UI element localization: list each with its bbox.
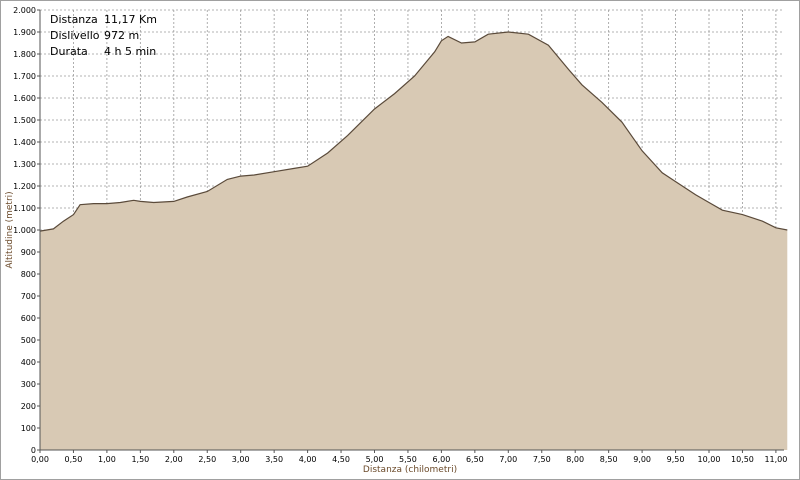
x-tick-label: 0,50: [65, 455, 83, 464]
y-tick-label: 800: [21, 270, 36, 279]
y-axis-title: Altitudine (metri): [5, 191, 15, 268]
x-tick-label: 9,00: [633, 455, 651, 464]
x-tick-label: 1,50: [131, 455, 149, 464]
y-tick-label: 1.900: [13, 28, 36, 37]
x-tick-label: 8,50: [600, 455, 618, 464]
x-tick-label: 9,50: [667, 455, 685, 464]
y-tick-label: 0: [31, 446, 36, 455]
x-tick-label: 10,50: [731, 455, 754, 464]
x-tick-label: 4,00: [299, 455, 317, 464]
x-tick-label: 2,50: [198, 455, 216, 464]
x-tick-label: 2,00: [165, 455, 183, 464]
elevation-profile-chart: 0 100 200 300 400 500 600 700 800 900 1.000 1.100 1.…: [0, 0, 800, 480]
x-tick-label: 10,00: [698, 455, 721, 464]
y-tick-label: 700: [21, 292, 36, 301]
y-tick-label: 2.000: [13, 6, 36, 15]
x-tick-label: 6,00: [432, 455, 450, 464]
duration-label: Durata: [50, 45, 88, 58]
y-tick-label: 600: [21, 314, 36, 323]
x-tick-label: 4,50: [332, 455, 350, 464]
x-tick-label: 5,00: [366, 455, 384, 464]
x-tick-label: 1,00: [98, 455, 116, 464]
y-tick-label: 100: [21, 424, 36, 433]
x-tick-label: 7,50: [533, 455, 551, 464]
x-tick-label: 8,00: [566, 455, 584, 464]
y-tick-label: 1.700: [13, 72, 36, 81]
x-axis-title: Distanza (chilometri): [363, 465, 457, 475]
y-tick-label: 900: [21, 248, 36, 257]
duration-value: 4 h 5 min: [104, 45, 156, 58]
y-tick-label: 1.000: [13, 226, 36, 235]
y-tick-label: 1.100: [13, 204, 36, 213]
x-tick-label: 11,00: [764, 455, 787, 464]
y-tick-label: 200: [21, 402, 36, 411]
x-tick-label: 3,50: [265, 455, 283, 464]
y-tick-label: 500: [21, 336, 36, 345]
x-tick-label: 3,00: [232, 455, 250, 464]
x-tick-label: 0,00: [31, 455, 49, 464]
x-tick-label: 7,00: [499, 455, 517, 464]
y-tick-label: 1.500: [13, 116, 36, 125]
y-tick-label: 1.600: [13, 94, 36, 103]
y-tick-label: 1.800: [13, 50, 36, 59]
y-tick-label: 400: [21, 358, 36, 367]
x-tick-label: 6,50: [466, 455, 484, 464]
y-tick-label: 1.200: [13, 182, 36, 191]
elevation-value: 972 m: [104, 29, 139, 42]
elevation-label: Dislivello: [50, 29, 100, 42]
y-tick-label: 300: [21, 380, 36, 389]
y-tick-label: 1.400: [13, 138, 36, 147]
x-tick-label: 5,50: [399, 455, 417, 464]
chart-svg: 0 100 200 300 400 500 600 700 800 900 1.000 1.100 1.…: [0, 0, 800, 480]
distance-value: 11,17 Km: [104, 13, 157, 26]
y-tick-label: 1.300: [13, 160, 36, 169]
distance-label: Distanza: [50, 13, 98, 26]
